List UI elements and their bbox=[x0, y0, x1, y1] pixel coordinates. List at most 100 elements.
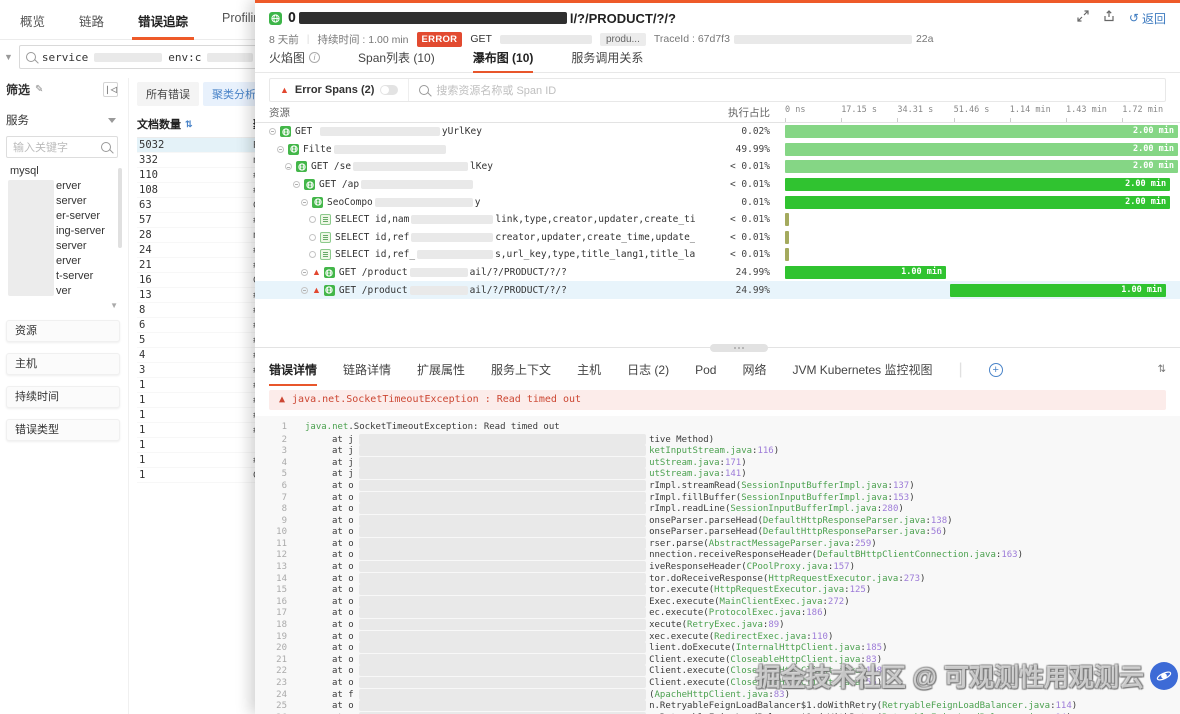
cluster-row[interactable]: 3# bbox=[137, 363, 260, 378]
expand-toggle-icon[interactable] bbox=[309, 216, 316, 224]
cluster-row[interactable]: 1# bbox=[137, 408, 260, 423]
expand-toggle-icon[interactable] bbox=[285, 163, 292, 171]
expand-toggle-icon[interactable] bbox=[269, 128, 276, 136]
expand-toggle-icon[interactable] bbox=[293, 181, 300, 189]
fullscreen-icon[interactable] bbox=[1077, 9, 1089, 27]
pane-splitter[interactable] bbox=[255, 343, 1180, 355]
expand-toggle-icon[interactable] bbox=[301, 286, 308, 294]
filter-funnel-icon[interactable] bbox=[108, 117, 116, 123]
edit-pencil-icon[interactable]: ✎ bbox=[35, 84, 43, 95]
cluster-row[interactable]: 1Co bbox=[137, 468, 266, 483]
expand-toggle-icon[interactable] bbox=[301, 269, 308, 277]
redacted-resource bbox=[333, 144, 446, 154]
detail-tab-JVM Kubernetes 监控视图[interactable]: JVM Kubernetes 监控视图 bbox=[792, 353, 932, 386]
duration-bar[interactable]: 2.00 min bbox=[785, 195, 1171, 209]
cluster-row[interactable]: 8# bbox=[137, 303, 260, 318]
waterfall-row[interactable]: SELECT id,ref creator,updater,create_time… bbox=[255, 229, 1180, 247]
redacted-stack-frame bbox=[359, 595, 647, 607]
filter-section-主机[interactable]: 主机 bbox=[6, 353, 120, 375]
duration-bar[interactable] bbox=[785, 213, 789, 227]
chevron-down-icon[interactable]: ▼ bbox=[4, 52, 13, 62]
nav-tab-链路[interactable]: 链路 bbox=[77, 0, 106, 40]
trace-tab-Span列表 (10)[interactable]: Span列表 (10) bbox=[358, 49, 435, 72]
docs-column-header[interactable]: 文档数量 bbox=[137, 116, 181, 132]
redacted-url bbox=[499, 34, 592, 44]
doc-count: 13 bbox=[139, 289, 152, 301]
cluster-row[interactable]: 1# bbox=[137, 378, 260, 393]
error-spans-toggle[interactable] bbox=[380, 85, 399, 95]
cluster-button-所有错误[interactable]: 所有错误 bbox=[137, 82, 199, 106]
cluster-row[interactable]: 13# bbox=[137, 288, 260, 303]
waterfall-row[interactable]: ▲ GET /product ail/?/PRODUCT/?/? 24.99% 1.00… bbox=[255, 281, 1180, 299]
expand-toggle-icon[interactable] bbox=[309, 251, 316, 259]
cluster-row[interactable]: 110# bbox=[137, 168, 260, 183]
scrollbar[interactable] bbox=[118, 168, 122, 248]
detail-tab-错误详情[interactable]: 错误详情 bbox=[269, 353, 318, 387]
duration-bar[interactable]: 2.00 min bbox=[785, 142, 1178, 156]
duration-bar[interactable] bbox=[785, 230, 789, 244]
duration-bar[interactable]: 1.00 min bbox=[950, 283, 1167, 297]
duration-bar[interactable]: 1.00 min bbox=[785, 266, 947, 280]
waterfall-row[interactable]: GET /se lKey < 0.01% 2.00 min bbox=[255, 158, 1180, 176]
add-tab-icon[interactable]: + bbox=[988, 362, 1003, 377]
filter-section-持续时间[interactable]: 持续时间 bbox=[6, 386, 120, 408]
expand-toggle-icon[interactable] bbox=[301, 198, 308, 206]
waterfall-row[interactable]: GET /ap < 0.01% 2.00 min bbox=[255, 176, 1180, 194]
cluster-row[interactable]: 24# bbox=[137, 243, 260, 258]
cluster-row[interactable]: 1# bbox=[137, 423, 260, 438]
service-list-item[interactable]: mysql bbox=[6, 164, 126, 179]
filter-section-资源[interactable]: 资源 bbox=[6, 320, 120, 342]
trace-tab-瀑布图 (10)[interactable]: 瀑布图 (10) bbox=[472, 49, 533, 73]
waterfall-row[interactable]: SeoCompo y 0.01% 2.00 min bbox=[255, 193, 1180, 211]
expand-toggle-icon[interactable] bbox=[277, 145, 284, 153]
duration-bar[interactable]: 2.00 min bbox=[785, 178, 1171, 192]
export-icon[interactable] bbox=[1103, 9, 1115, 27]
duration-bar[interactable]: 2.00 min bbox=[785, 160, 1178, 174]
back-button[interactable]: ↺ 返回 bbox=[1129, 10, 1166, 27]
span-search-input[interactable]: 搜索资源名称或 Span ID bbox=[409, 82, 1165, 98]
detail-tab-Pod[interactable]: Pod bbox=[695, 355, 716, 385]
waterfall-row[interactable]: SELECT id,nam link,type,creator,updater,c… bbox=[255, 211, 1180, 229]
cluster-row[interactable]: 28ne bbox=[137, 228, 265, 243]
trace-tab-火焰图[interactable]: 火焰图 i bbox=[269, 49, 321, 72]
panel-options-icon[interactable]: ⇅ bbox=[1158, 364, 1166, 375]
cluster-row[interactable]: 108# bbox=[137, 183, 260, 198]
duration-bar[interactable] bbox=[785, 248, 789, 262]
cluster-row[interactable]: 1# bbox=[137, 393, 260, 408]
nav-tab-概览[interactable]: 概览 bbox=[18, 0, 47, 40]
timeline-tick-label: 34.31 s bbox=[897, 105, 934, 115]
waterfall-row[interactable]: GET yUrlKey 0.02% 2.00 min bbox=[255, 123, 1180, 141]
expand-list-icon[interactable]: ▼ bbox=[110, 301, 118, 310]
cluster-row[interactable]: 1# bbox=[137, 453, 260, 468]
execution-percent: < 0.01% bbox=[729, 161, 770, 173]
error-spans-filter[interactable]: ▲ Error Spans (2) bbox=[270, 79, 410, 101]
detail-tab-服务上下文[interactable]: 服务上下文 bbox=[491, 353, 551, 386]
cluster-row[interactable]: 332ne bbox=[137, 153, 265, 168]
filter-section-错误类型[interactable]: 错误类型 bbox=[6, 419, 120, 441]
duration-bar[interactable]: 2.00 min bbox=[785, 125, 1178, 139]
cluster-row[interactable]: 5032Re bbox=[137, 138, 266, 153]
collapse-sidebar-icon[interactable]: ❘◁ bbox=[103, 82, 118, 97]
detail-tab-日志 (2)[interactable]: 日志 (2) bbox=[627, 353, 669, 386]
detail-tab-网络[interactable]: 网络 bbox=[742, 353, 766, 386]
sort-icon[interactable]: ⇅ bbox=[185, 119, 193, 130]
detail-tab-扩展属性[interactable]: 扩展属性 bbox=[417, 353, 465, 386]
cluster-row[interactable]: 16Co bbox=[137, 273, 266, 288]
cluster-row[interactable]: 21# bbox=[137, 258, 260, 273]
keyword-search-input[interactable]: 输入关键字 bbox=[6, 136, 118, 158]
cluster-row[interactable]: 1 bbox=[137, 438, 260, 453]
waterfall-row[interactable]: SELECT id,ref_ s,url_key,type,title_lang1… bbox=[255, 246, 1180, 264]
waterfall-row[interactable]: Filte 49.99% 2.00 min bbox=[255, 141, 1180, 159]
expand-toggle-icon[interactable] bbox=[309, 233, 316, 241]
nav-tab-错误追踪[interactable]: 错误追踪 bbox=[132, 0, 195, 40]
cluster-row[interactable]: 6# bbox=[137, 318, 260, 333]
waterfall-row[interactable]: ▲ GET /product ail/?/PRODUCT/?/? 24.99% 1.00… bbox=[255, 264, 1180, 282]
detail-tab-链路详情[interactable]: 链路详情 bbox=[343, 353, 391, 386]
cluster-row[interactable]: 57# bbox=[137, 213, 260, 228]
drag-handle[interactable] bbox=[710, 343, 768, 352]
detail-tab-主机[interactable]: 主机 bbox=[577, 353, 601, 386]
trace-tab-服务调用关系[interactable]: 服务调用关系 bbox=[571, 49, 643, 72]
cluster-row[interactable]: 5# bbox=[137, 333, 260, 348]
cluster-row[interactable]: 63Co bbox=[137, 198, 266, 213]
cluster-row[interactable]: 4# bbox=[137, 348, 260, 363]
